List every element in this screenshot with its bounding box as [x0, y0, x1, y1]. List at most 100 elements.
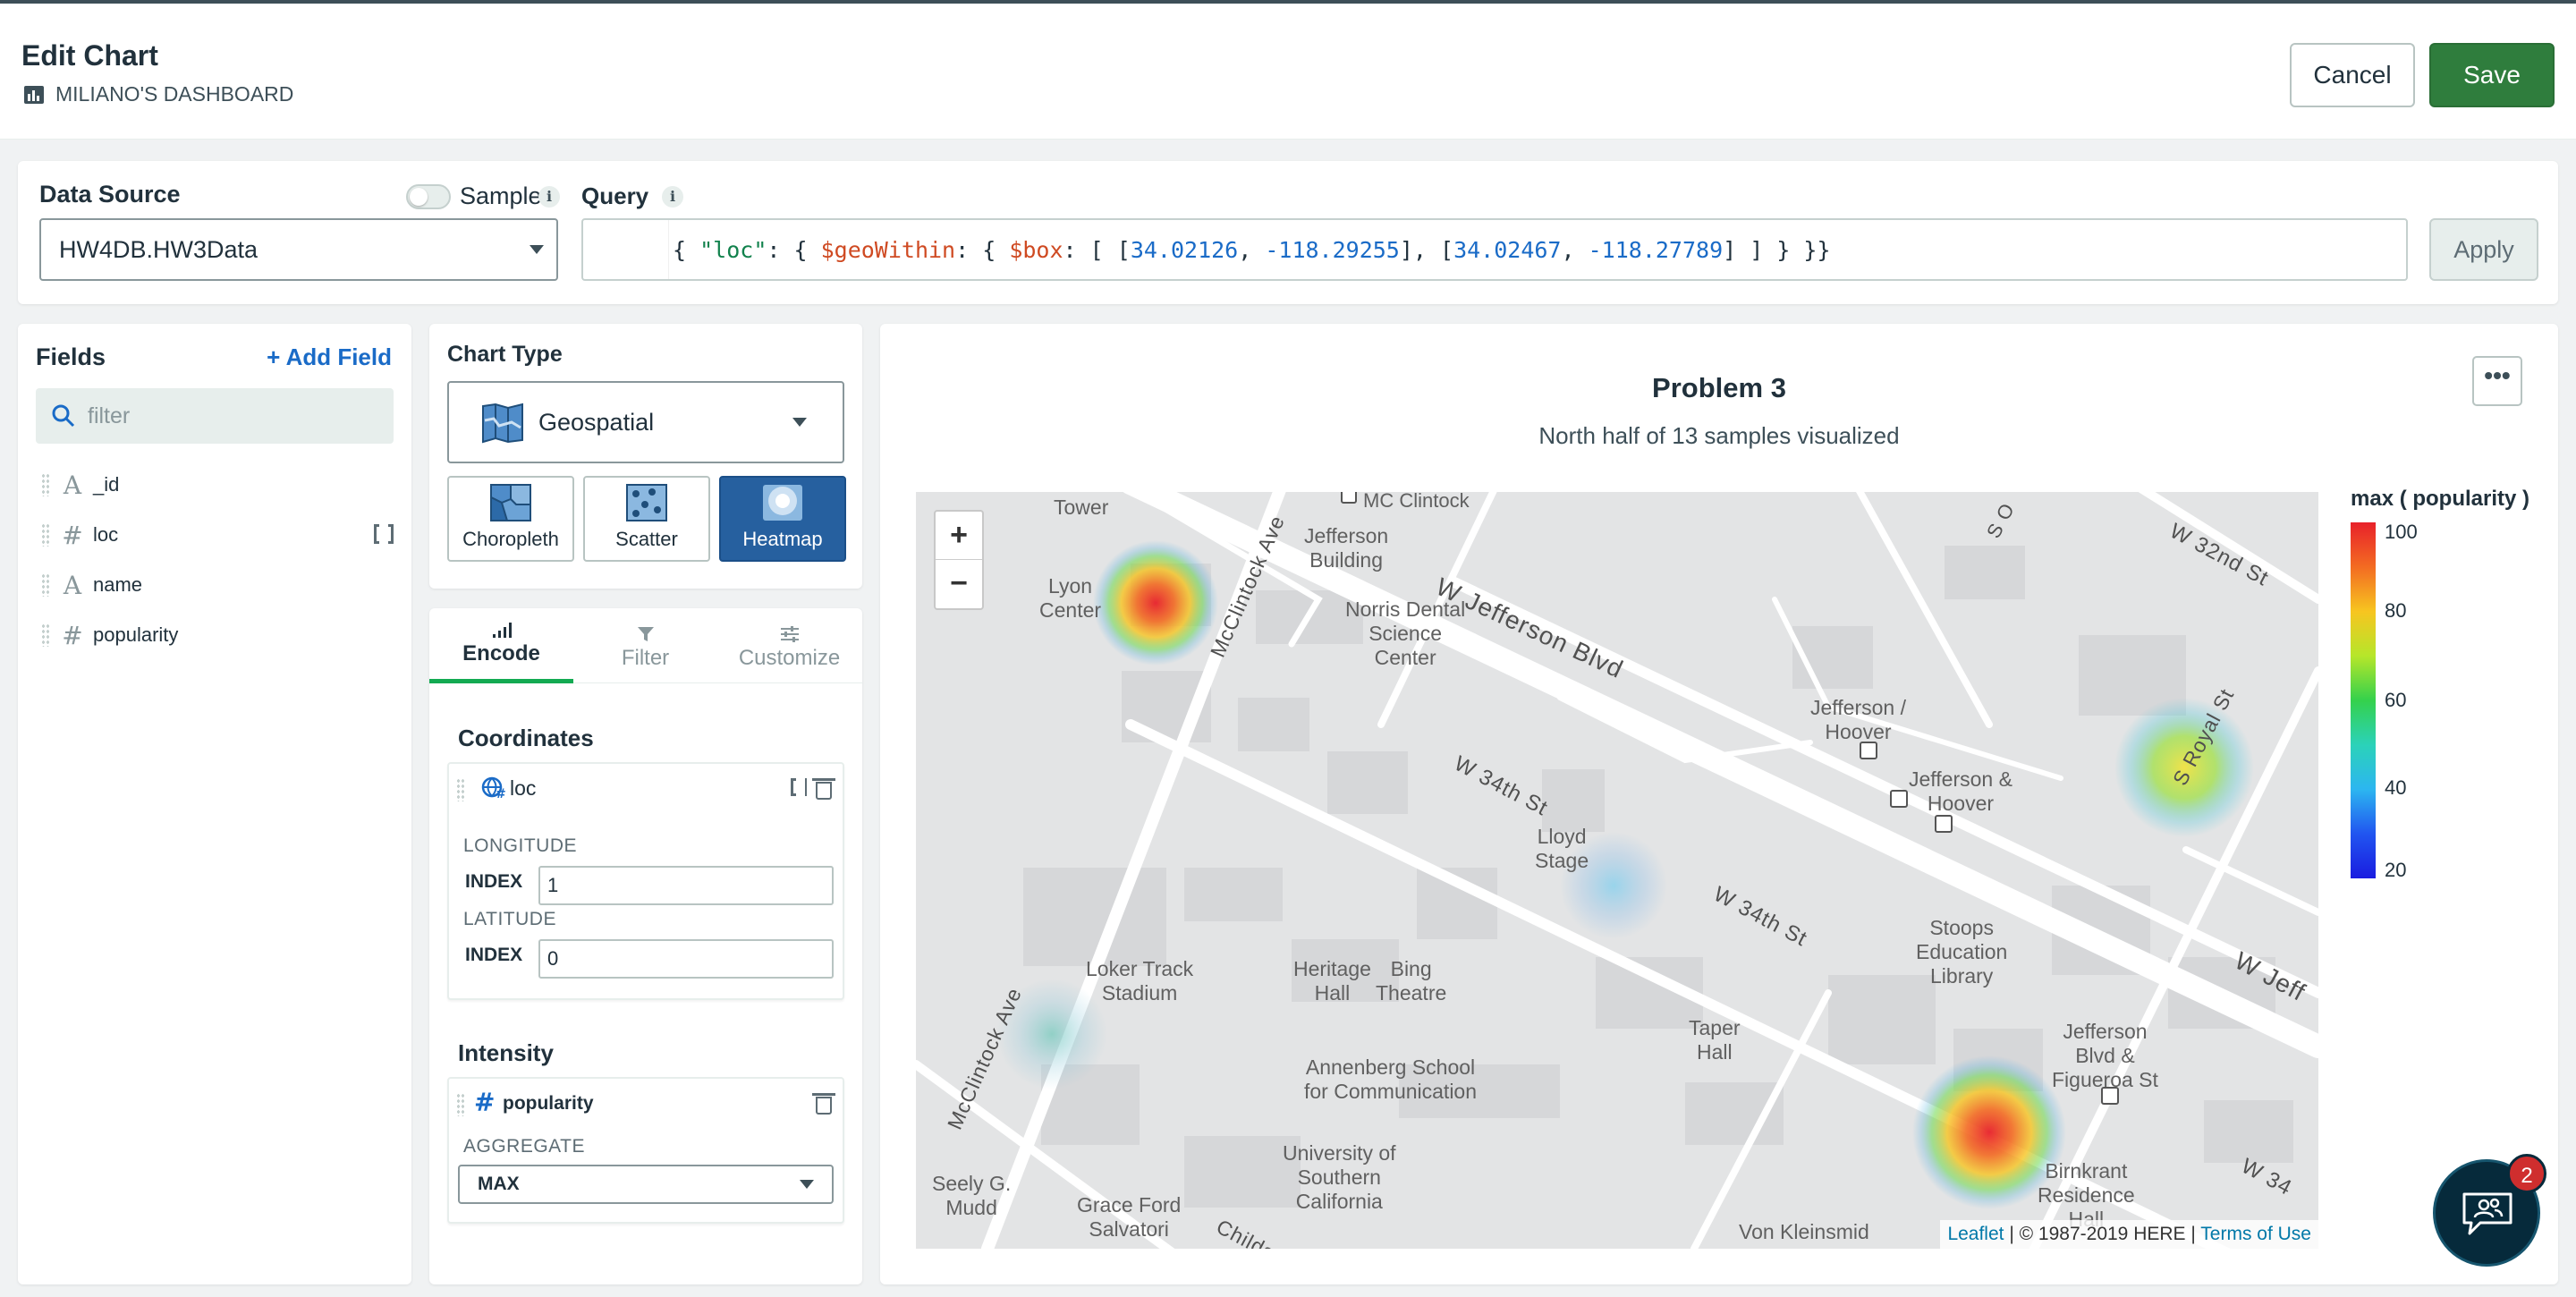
drag-handle-icon[interactable] [41, 623, 50, 647]
drag-handle-icon[interactable] [41, 473, 50, 496]
drag-handle-icon[interactable] [41, 573, 50, 597]
drag-handle-icon[interactable] [456, 778, 465, 801]
query-num: -118.27789 [1588, 236, 1724, 263]
query-punct: ] ] } }} [1723, 236, 1831, 263]
query-editor[interactable]: { "loc": { $geoWithin: { $box: [ [34.021… [581, 218, 2408, 281]
trash-icon[interactable] [812, 1093, 835, 1115]
tab-filter[interactable]: Filter [573, 608, 717, 683]
zoom-in-button[interactable]: + [936, 512, 982, 560]
chat-icon [2462, 1192, 2512, 1235]
add-field-label: Add Field [285, 343, 392, 370]
coordinates-card[interactable]: # loc LONGITUDE INDEX 1 LATITUDE INDEX 0 [447, 762, 844, 1000]
map-label: Jefferson Building [1304, 524, 1389, 572]
data-source-panel: Data Source Sample i HW4DB.HW3Data Query… [18, 161, 2558, 304]
drag-handle-icon[interactable] [41, 523, 50, 547]
map-label: Tower [1054, 496, 1109, 519]
longitude-index-input[interactable]: 1 [538, 866, 834, 905]
legend-tick: 40 [2385, 776, 2407, 799]
choropleth-button[interactable]: Choropleth [447, 476, 574, 562]
map-label: Taper Hall [1689, 1016, 1741, 1064]
aggregate-select[interactable]: MAX [458, 1165, 834, 1204]
data-source-select[interactable]: HW4DB.HW3Data [39, 218, 558, 281]
zoom-control: + − [934, 510, 984, 610]
string-type-icon: A [63, 470, 82, 500]
field-item-name[interactable]: A name [41, 567, 399, 603]
chart-type-value: Geospatial [538, 408, 655, 436]
chart-title: Problem 3 [1652, 372, 1786, 403]
map-label: Seely G. Mudd [932, 1172, 1012, 1219]
query-op-box: $box [1009, 236, 1063, 263]
fields-panel: Fields + Add Field filter A _id # loc A … [18, 324, 411, 1284]
query-info-icon[interactable]: i [662, 186, 683, 208]
sample-info-icon[interactable]: i [538, 186, 560, 208]
cancel-button[interactable]: Cancel [2290, 43, 2415, 107]
choropleth-label: Choropleth [462, 528, 559, 550]
sliders-icon [780, 626, 799, 642]
sample-toggle[interactable] [406, 184, 451, 209]
query-field: "loc" [699, 236, 767, 263]
trash-icon[interactable] [812, 778, 835, 800]
aggregate-value: MAX [478, 1174, 520, 1194]
legend-tick: 60 [2385, 689, 2407, 711]
chart-type-panel: Chart Type Geospatial Choropleth Scatter… [429, 324, 862, 589]
encode-panel: Encode Filter Customize Coordinates # lo… [429, 608, 862, 1284]
chevron-down-icon [792, 418, 807, 427]
apply-button[interactable]: Apply [2429, 218, 2538, 281]
query-num: 34.02467 [1453, 236, 1562, 263]
tab-encode[interactable]: Encode [429, 608, 573, 683]
query-open-brace: { [673, 236, 700, 263]
aggregate-label: AGGREGATE [463, 1136, 585, 1157]
chart-type-title: Chart Type [447, 342, 563, 367]
map-base [916, 492, 2318, 1249]
geospatial-icon [482, 403, 523, 444]
legend-tick: 100 [2385, 521, 2418, 543]
svg-text:#: # [496, 787, 506, 800]
number-type-icon: # [62, 620, 83, 650]
query-num: 34.02126 [1130, 236, 1239, 263]
drag-handle-icon[interactable] [456, 1093, 465, 1116]
leaflet-link[interactable]: Leaflet [1947, 1224, 2004, 1244]
geo-field-icon: # [481, 776, 506, 800]
query-label: Query [581, 182, 649, 209]
map-label: University of Southern California [1283, 1141, 1396, 1213]
chart-panel: ••• Problem 3 North half of 13 samples v… [880, 324, 2558, 1284]
number-type-icon: # [62, 520, 83, 550]
query-punct: ], [ [1399, 236, 1454, 263]
map-label: Heritage Hall [1293, 957, 1371, 1005]
save-button[interactable]: Save [2429, 43, 2555, 107]
scatter-label: Scatter [615, 528, 678, 550]
legend-tick: 80 [2385, 599, 2407, 622]
terms-link[interactable]: Terms of Use [2200, 1224, 2311, 1244]
coordinates-title: Coordinates [458, 725, 594, 751]
field-name: loc [93, 523, 119, 546]
map[interactable]: MC Clintock Tower Lyon Center Jefferson … [916, 492, 2318, 1249]
page-title: Edit Chart [21, 39, 158, 72]
chat-notification-badge: 2 [2507, 1154, 2546, 1193]
map-label: Norris Dental Science Center [1345, 598, 1466, 669]
field-item-popularity[interactable]: # popularity [41, 617, 399, 653]
latitude-index-input[interactable]: 0 [538, 939, 834, 979]
field-filter-input[interactable]: filter [36, 388, 394, 444]
intensity-card[interactable]: # popularity AGGREGATE MAX [447, 1077, 844, 1224]
encode-tabs: Encode Filter Customize [429, 608, 862, 683]
add-field-button[interactable]: + Add Field [267, 343, 392, 371]
map-label: Grace Ford Salvatori [1077, 1193, 1182, 1241]
field-item-loc[interactable]: # loc [41, 517, 399, 553]
tab-customize[interactable]: Customize [717, 608, 861, 683]
scatter-button[interactable]: Scatter [583, 476, 710, 562]
latitude-index-label: INDEX [465, 945, 523, 965]
chevron-down-icon [800, 1180, 814, 1189]
heatmap-button[interactable]: Heatmap [719, 476, 846, 562]
chart-type-select[interactable]: Geospatial [447, 381, 844, 463]
field-item-id[interactable]: A _id [41, 467, 399, 503]
coordinates-field-name: loc [510, 776, 537, 800]
zoom-out-button[interactable]: − [936, 560, 982, 608]
query-num: -118.29255 [1265, 236, 1400, 263]
filter-placeholder: filter [88, 403, 131, 428]
number-type-icon: # [474, 1088, 496, 1117]
dashboard-breadcrumb[interactable]: MILIANO'S DASHBOARD [23, 82, 293, 106]
tab-filter-label: Filter [621, 646, 670, 670]
query-punct: : { [955, 236, 1010, 263]
query-punct: : { [767, 236, 821, 263]
query-punct: , [1561, 236, 1589, 263]
